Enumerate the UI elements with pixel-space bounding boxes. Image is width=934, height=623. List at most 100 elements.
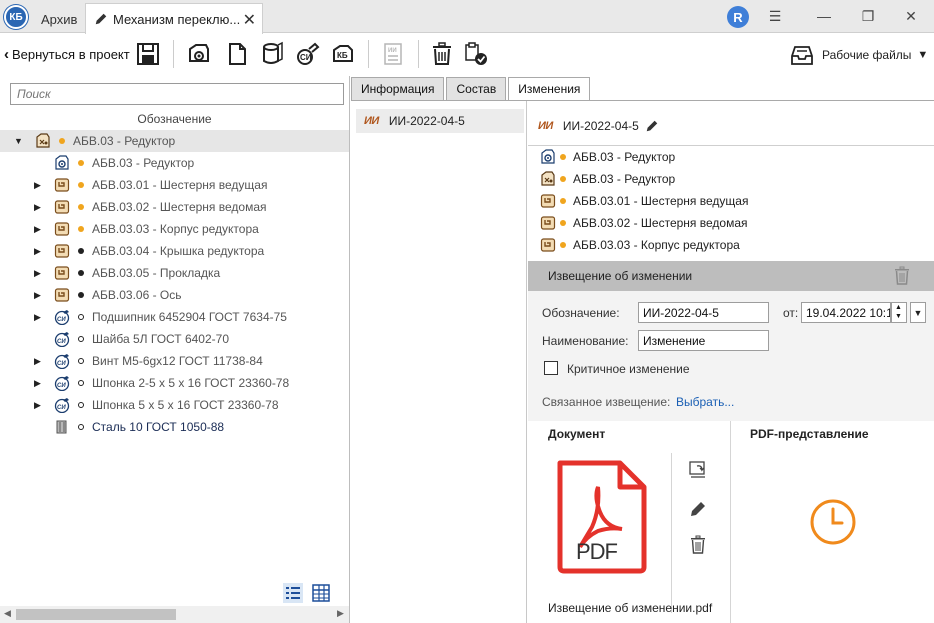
status-dot [78, 160, 84, 166]
tab-composition[interactable]: Состав [446, 77, 507, 101]
new-assembly-icon[interactable] [186, 41, 212, 67]
status-dot [560, 154, 566, 160]
expand-arrow-icon[interactable]: ▶ [34, 378, 44, 389]
tab-info[interactable]: Информация [351, 77, 445, 101]
tree-row[interactable]: ▶ АБВ.03.01 - Шестерня ведущая [0, 174, 349, 196]
tree-row[interactable]: ▶ АБВ.03.04 - Крышка редуктора [0, 240, 349, 262]
svg-text:ИИ: ИИ [388, 48, 397, 54]
table-view-icon[interactable] [311, 583, 331, 603]
edit-pencil-icon[interactable] [645, 119, 659, 133]
horizontal-scrollbar[interactable]: ◀ ▶ [0, 606, 349, 623]
tree-row[interactable]: ▶ АБВ.03.06 - Ось [0, 284, 349, 306]
expand-arrow-icon[interactable]: ▶ [34, 202, 44, 213]
replace-file-icon[interactable] [688, 459, 708, 479]
tree-row-label: Подшипник 6452904 ГОСТ 7634-75 [92, 310, 287, 324]
tree-row[interactable]: ▶ СИ Шпонка 5 х 5 х 16 ГОСТ 23360-78 [0, 394, 349, 416]
tab-changes[interactable]: Изменения [508, 77, 591, 101]
scrollbar-thumb[interactable] [16, 609, 176, 620]
approve-icon[interactable] [463, 41, 489, 67]
clock-icon [810, 499, 856, 545]
date-from-label: от: [783, 306, 799, 320]
new-document-icon[interactable] [224, 41, 250, 67]
date-field[interactable] [801, 302, 891, 323]
list-view-icon[interactable] [283, 583, 303, 603]
tree-row-label: АБВ.03.01 - Шестерня ведущая [92, 178, 268, 192]
chevron-left-icon: ‹ [4, 46, 9, 63]
new-standard-part-icon[interactable]: СИ [295, 41, 321, 67]
tree-row[interactable]: ▼ АБВ.03 - Редуктор [0, 130, 349, 152]
back-to-project-button[interactable]: ‹ Вернуться в проект [4, 46, 130, 63]
name-field[interactable] [638, 330, 769, 351]
notice-disabled-icon[interactable]: ИИ [380, 41, 406, 67]
part-icon [54, 243, 70, 259]
list-item-change[interactable]: ИИ ИИ-2022-04-5 [356, 109, 524, 133]
restore-icon[interactable]: ❐ [858, 6, 878, 26]
expand-arrow-icon[interactable]: ▶ [34, 246, 44, 257]
status-dot [78, 314, 84, 320]
list-item[interactable]: АБВ.03 - Редуктор [528, 146, 934, 168]
critical-checkbox[interactable] [544, 361, 558, 375]
delete-file-icon[interactable] [688, 535, 708, 555]
tree-row[interactable]: ▶ АБВ.03.05 - Прокладка [0, 262, 349, 284]
list-item[interactable]: АБВ.03.01 - Шестерня ведущая [528, 190, 934, 212]
list-item[interactable]: АБВ.03.03 - Корпус редуктора [528, 234, 934, 256]
menu-icon[interactable]: ☰ [765, 6, 785, 26]
status-dot [78, 226, 84, 232]
minimize-icon[interactable]: — [814, 6, 834, 26]
tree-row[interactable]: ▶ СИ Винт М5-6gx12 ГОСТ 11738-84 [0, 350, 349, 372]
tree-row[interactable]: СИ Шайба 5Л ГОСТ 6402-70 [0, 328, 349, 350]
document-title: Документ [548, 427, 606, 441]
search-input[interactable] [10, 83, 344, 105]
change-item-label: ИИ-2022-04-5 [388, 114, 465, 128]
tree-row-label: Шпонка 2-5 х 5 х 16 ГОСТ 23360-78 [92, 376, 290, 390]
status-dot [78, 402, 84, 408]
trash-icon[interactable] [429, 41, 455, 67]
close-window-icon[interactable]: ✕ [901, 6, 921, 26]
scroll-right-icon[interactable]: ▶ [337, 608, 344, 619]
collapse-arrow-icon[interactable]: ▼ [14, 136, 24, 146]
status-dot [78, 270, 84, 276]
scroll-left-icon[interactable]: ◀ [4, 608, 11, 619]
tree-row[interactable]: ▶ АБВ.03.02 - Шестерня ведомая [0, 196, 349, 218]
work-files-button[interactable]: Рабочие файлы ▼ [790, 43, 928, 67]
tree-row[interactable]: АБВ.03 - Редуктор [0, 152, 349, 174]
svg-text:СИ: СИ [57, 405, 66, 411]
expand-arrow-icon[interactable]: ▶ [34, 268, 44, 279]
svg-text:КБ: КБ [337, 51, 348, 60]
expand-arrow-icon[interactable]: ▶ [34, 356, 44, 367]
list-item[interactable]: АБВ.03.02 - Шестерня ведомая [528, 212, 934, 234]
back-label: Вернуться в проект [12, 47, 130, 62]
tab-archive[interactable]: Архив [33, 5, 85, 33]
select-related-link[interactable]: Выбрать... [676, 395, 734, 409]
tree-row[interactable]: ▶ СИ Подшипник 6452904 ГОСТ 7634-75 [0, 306, 349, 328]
notice-icon: ИИ [538, 120, 553, 132]
notice-icon: ИИ [364, 115, 379, 127]
expand-arrow-icon[interactable]: ▶ [34, 290, 44, 301]
save-icon[interactable] [135, 41, 161, 67]
expand-arrow-icon[interactable]: ▶ [34, 180, 44, 191]
svg-text:СИ: СИ [300, 53, 312, 62]
pdf-file[interactable]: PDF [554, 457, 648, 575]
close-icon[interactable]: ✕ [243, 10, 256, 30]
tab-mechanism[interactable]: Механизм переклю... ✕ [85, 3, 263, 34]
tree-row[interactable]: ▶ АБВ.03.03 - Корпус редуктора [0, 218, 349, 240]
avatar[interactable]: R [727, 6, 749, 28]
change-detail: ИИ ИИ-2022-04-5 АБВ.03 - Редуктор АБВ.03 … [528, 101, 934, 623]
date-stepper[interactable]: ▲ ▼ [891, 302, 907, 323]
designation-field[interactable] [638, 302, 769, 323]
expand-arrow-icon[interactable]: ▶ [34, 312, 44, 323]
tree-row-label: АБВ.03.05 - Прокладка [92, 266, 221, 280]
list-item-label: АБВ.03 - Редуктор [573, 172, 676, 186]
tree-row[interactable]: ▶ СИ Шпонка 2-5 х 5 х 16 ГОСТ 23360-78 [0, 372, 349, 394]
date-dropdown-icon[interactable]: ▼ [910, 302, 926, 323]
new-part-icon[interactable] [259, 41, 285, 67]
trash-icon[interactable] [892, 266, 912, 286]
new-kit-icon[interactable]: КБ [330, 41, 356, 67]
structure-tree: ▼ АБВ.03 - Редуктор АБВ.03 - Редуктор ▶ АБВ.… [0, 130, 349, 438]
tree-row[interactable]: Сталь 10 ГОСТ 1050-88 [0, 416, 349, 438]
expand-arrow-icon[interactable]: ▶ [34, 400, 44, 411]
edit-file-icon[interactable] [688, 499, 708, 519]
tree-row-label: Шпонка 5 х 5 х 16 ГОСТ 23360-78 [92, 398, 279, 412]
expand-arrow-icon[interactable]: ▶ [34, 224, 44, 235]
list-item[interactable]: АБВ.03 - Редуктор [528, 168, 934, 190]
